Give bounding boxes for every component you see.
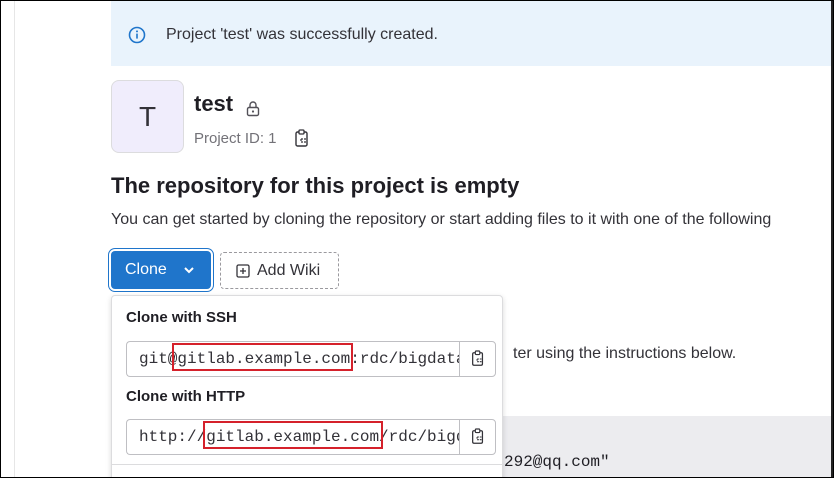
chevron-down-icon xyxy=(184,267,194,274)
clone-ssh-heading: Clone with SSH xyxy=(126,309,237,326)
plus-square-icon xyxy=(236,264,250,278)
clipboard-icon xyxy=(471,350,483,366)
copy-http-url-button[interactable] xyxy=(459,419,496,455)
lock-icon xyxy=(246,101,260,117)
ssh-host-highlight xyxy=(172,343,353,371)
project-title[interactable]: test xyxy=(194,91,233,117)
clone-dropdown-menu: Clone with SSH git@gitlab.example.com:rd… xyxy=(111,295,503,477)
empty-repo-title: The repository for this project is empty xyxy=(111,173,520,198)
clone-button-label: Clone xyxy=(125,261,167,278)
http-host-highlight xyxy=(203,421,383,449)
info-icon xyxy=(128,26,146,44)
copy-ssh-url-button[interactable] xyxy=(459,341,496,377)
project-id: Project ID: 1 xyxy=(194,130,277,147)
instructions-text-fragment: ter using the instructions below. xyxy=(513,345,737,362)
left-sidebar-edge xyxy=(1,1,15,477)
app-frame: Project 'test' was successfully created.… xyxy=(0,0,834,478)
window-edge xyxy=(831,1,833,477)
clone-button[interactable]: Clone xyxy=(111,251,211,289)
avatar-letter: T xyxy=(138,100,157,132)
code-line-fragment: 292@qq.com" xyxy=(504,453,610,471)
dropdown-divider xyxy=(112,464,502,465)
project-avatar[interactable]: T xyxy=(111,80,184,153)
clone-http-heading: Clone with HTTP xyxy=(126,388,246,405)
clipboard-icon xyxy=(471,428,483,444)
add-wiki-button[interactable]: Add Wiki xyxy=(220,252,339,289)
success-alert: Project 'test' was successfully created. xyxy=(111,1,833,66)
add-wiki-label: Add Wiki xyxy=(257,262,321,279)
empty-repo-description: You can get started by cloning the repos… xyxy=(111,211,772,228)
alert-message: Project 'test' was successfully created. xyxy=(166,26,438,43)
copy-project-id-icon[interactable] xyxy=(293,129,311,149)
